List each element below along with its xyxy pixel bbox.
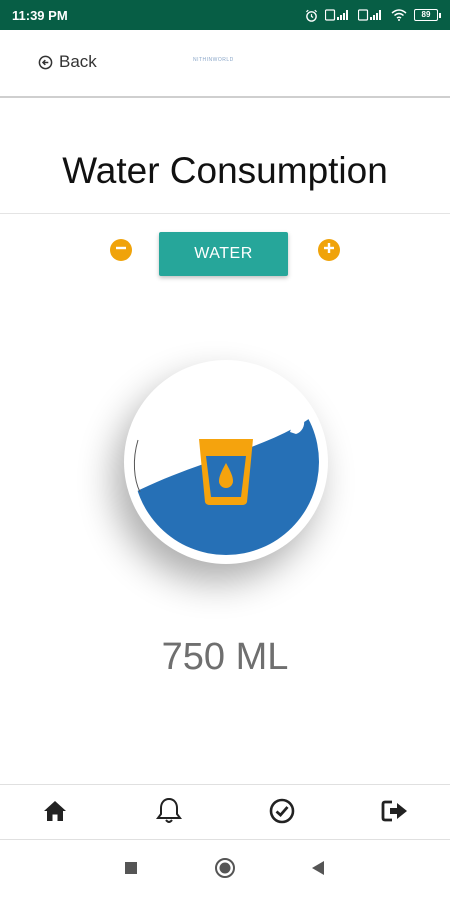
- sim-2-signal-icon: [358, 9, 384, 21]
- logout-icon: [381, 799, 409, 828]
- title-divider: [0, 213, 450, 214]
- status-icons: 89: [305, 9, 441, 22]
- water-glass-icon: [199, 439, 253, 505]
- minus-circle-icon: [115, 241, 127, 259]
- nav-home-button[interactable]: [39, 797, 71, 829]
- home-circle-icon: [214, 857, 236, 884]
- recents-button[interactable]: [120, 859, 142, 881]
- status-bar: 11:39 PM 89: [0, 0, 450, 30]
- water-level-indicator: [124, 360, 328, 564]
- bottom-nav: [0, 784, 450, 840]
- water-level-graphic: [133, 369, 319, 555]
- wifi-icon: [391, 9, 407, 21]
- back-triangle-icon: [311, 860, 325, 881]
- nav-logout-button[interactable]: [379, 797, 411, 829]
- plus-circle-icon: [323, 241, 335, 259]
- increase-button[interactable]: [318, 239, 340, 261]
- page-title: Water Consumption: [62, 150, 388, 191]
- arrow-left-circle-icon: [38, 55, 53, 70]
- alarm-icon: [305, 9, 318, 22]
- nav-notifications-button[interactable]: [153, 797, 185, 829]
- status-time: 11:39 PM: [12, 7, 68, 23]
- back-button[interactable]: Back: [38, 52, 97, 72]
- bell-icon: [156, 797, 182, 830]
- system-back-button[interactable]: [307, 859, 329, 881]
- recents-icon: [124, 861, 138, 880]
- nav-completed-button[interactable]: [266, 797, 298, 829]
- check-circle-icon: [269, 798, 295, 829]
- home-icon: [43, 800, 67, 827]
- water-amount: 750 ML: [161, 636, 289, 678]
- system-home-button[interactable]: [214, 857, 236, 884]
- decrease-button[interactable]: [110, 239, 132, 261]
- app-logo: NITHINWORLD: [193, 57, 234, 63]
- back-label: Back: [59, 52, 97, 71]
- system-nav-bar: [0, 840, 450, 900]
- battery-icon: 89: [414, 9, 441, 21]
- header-bar: Back NITHINWORLD: [0, 30, 450, 98]
- water-button[interactable]: WATER: [159, 232, 288, 276]
- sim-1-signal-icon: [325, 9, 351, 21]
